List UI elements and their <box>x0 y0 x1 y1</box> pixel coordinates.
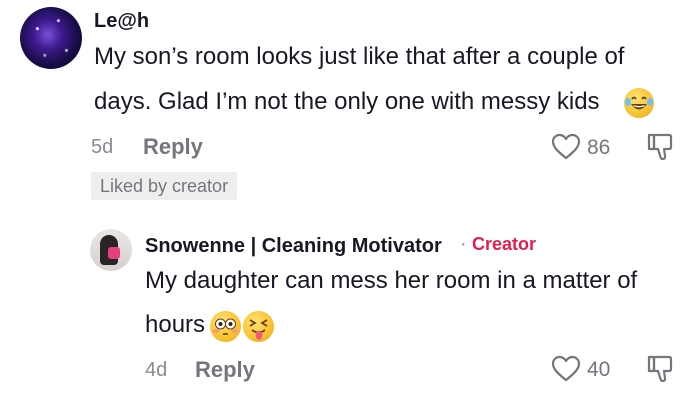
separator-dot: · <box>460 233 467 255</box>
reply-text-line-1: My daughter can mess her room in a matte… <box>145 267 638 294</box>
avatar[interactable] <box>90 229 132 271</box>
comment-text-line-2: days. Glad I’m not the only one with mes… <box>94 88 600 115</box>
like-count: 40 <box>587 358 611 381</box>
squinting-tongue-emoji-icon <box>243 311 274 342</box>
laughing-tears-emoji-icon <box>624 88 654 118</box>
dislike-icon[interactable] <box>645 132 675 162</box>
reply-button[interactable]: Reply <box>195 357 255 383</box>
like-count: 86 <box>587 136 611 159</box>
comment-username[interactable]: Le@h <box>94 10 149 33</box>
avatar[interactable] <box>20 7 82 69</box>
liked-by-creator-badge: Liked by creator <box>91 172 238 200</box>
comment-age: 5d <box>91 136 114 158</box>
reply-button[interactable]: Reply <box>143 134 203 160</box>
dislike-icon[interactable] <box>645 354 675 384</box>
reply-age: 4d <box>145 359 168 381</box>
comment-text-line-1: My son’s room looks just like that after… <box>94 43 625 70</box>
flushed-face-emoji-icon <box>210 311 241 342</box>
heart-icon[interactable] <box>551 355 581 383</box>
creator-badge: Creator <box>472 234 537 254</box>
reply-text-line-2: hours <box>145 311 206 338</box>
reply-username[interactable]: Snowenne | Cleaning Motivator <box>145 235 442 258</box>
heart-icon[interactable] <box>551 133 581 161</box>
